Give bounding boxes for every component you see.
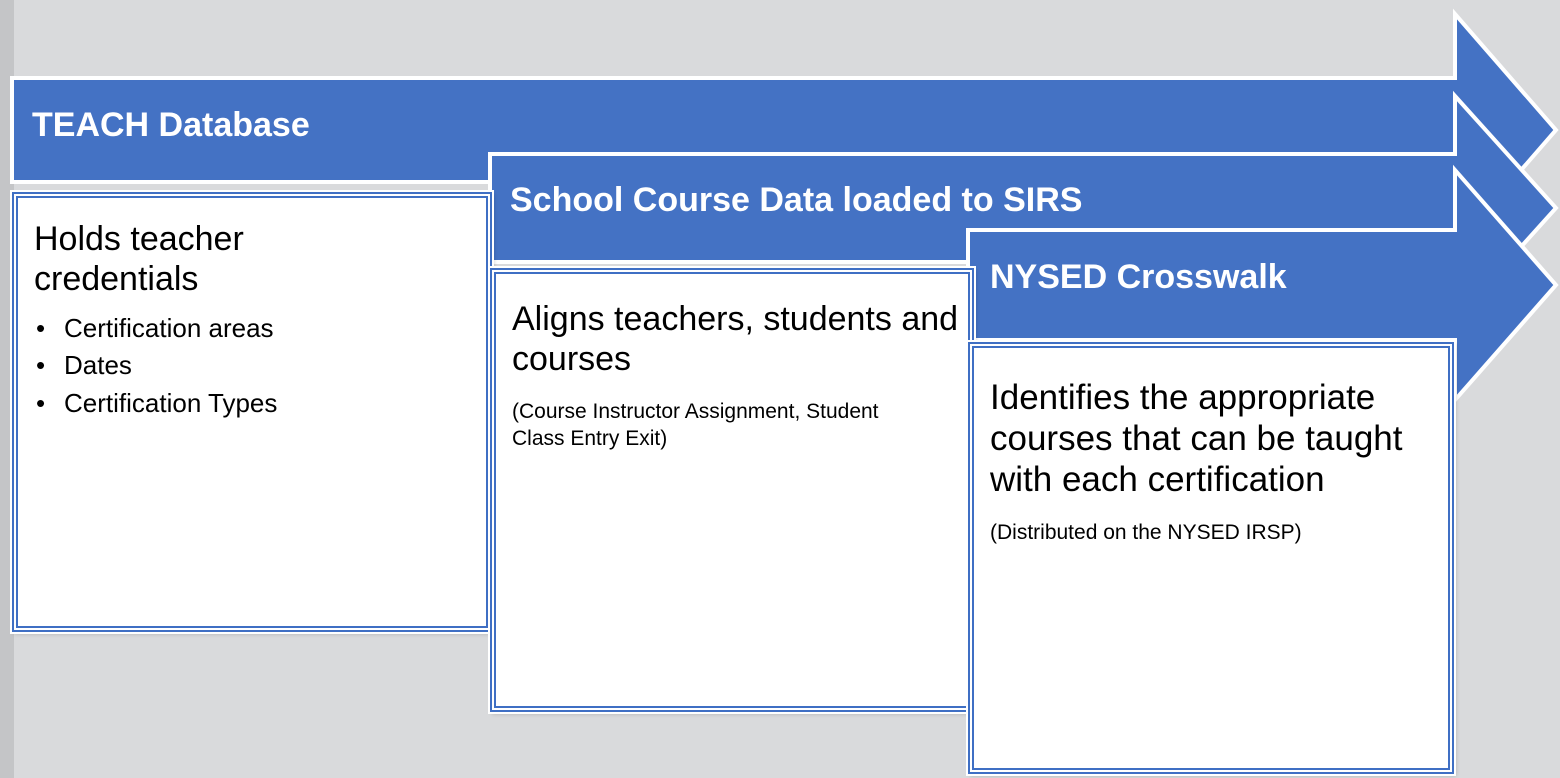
stage-3-title: NYSED Crosswalk: [990, 258, 1287, 296]
list-item: Certification areas: [34, 310, 472, 348]
stage-1-box: Holds teacher credentials Certification …: [12, 192, 492, 632]
stage-1-title: TEACH Database: [32, 106, 310, 144]
stage-2-note: (Course Instructor Assignment, Student C…: [512, 399, 879, 450]
stage-1-list: Certification areas Dates Certification …: [34, 310, 472, 423]
stage-1-heading: Holds teacher credentials: [34, 220, 244, 298]
stage-3-note: (Distributed on the NYSED IRSP): [990, 520, 1302, 544]
stage-2-title: School Course Data loaded to SIRS: [510, 181, 1083, 219]
stage-2-box: Aligns teachers, students and courses (C…: [490, 268, 974, 712]
list-item: Certification Types: [34, 385, 472, 423]
stage-2-heading: Aligns teachers, students and courses: [512, 300, 959, 378]
list-item: Dates: [34, 347, 472, 385]
stage-3-heading: Identifies the appropriate courses that …: [990, 378, 1403, 499]
stage-3-box: Identifies the appropriate courses that …: [968, 342, 1454, 774]
